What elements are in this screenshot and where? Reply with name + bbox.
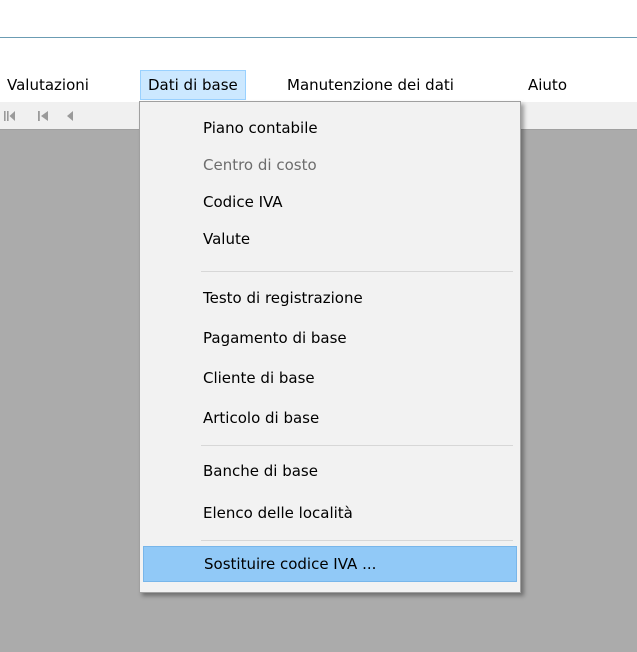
dati-di-base-dropdown: Piano contabile Centro di costo Codice I…: [139, 101, 521, 593]
menu-item-cliente-di-base[interactable]: Cliente di base: [143, 360, 517, 396]
menu-aiuto[interactable]: Aiuto: [521, 70, 574, 100]
first-page-icon[interactable]: [36, 108, 50, 124]
menu-item-testo-di-registrazione[interactable]: Testo di registrazione: [143, 280, 517, 316]
menu-separator: [201, 540, 513, 541]
window-title-strip: [0, 0, 637, 38]
menu-item-sostituire-codice-iva[interactable]: Sostituire codice IVA ...: [143, 546, 517, 582]
menu-dati-di-base[interactable]: Dati di base: [140, 70, 246, 100]
menu-item-centro-di-costo: Centro di costo: [203, 156, 317, 174]
first-record-icon[interactable]: [2, 108, 16, 124]
menu-item-valute[interactable]: Valute: [143, 221, 517, 257]
menu-separator: [201, 445, 513, 446]
menu-item-articolo-di-base[interactable]: Articolo di base: [143, 400, 517, 436]
menu-item-codice-iva[interactable]: Codice IVA: [143, 184, 517, 220]
previous-record-icon[interactable]: [63, 108, 77, 124]
menu-separator: [201, 271, 513, 272]
menu-item-banche-di-base[interactable]: Banche di base: [143, 453, 517, 489]
menu-item-pagamento-di-base[interactable]: Pagamento di base: [143, 320, 517, 356]
menu-bar: Valutazioni Dati di base Manutenzione de…: [0, 70, 637, 102]
menu-item-elenco-delle-localita[interactable]: Elenco delle località: [143, 495, 517, 531]
menu-item-piano-contabile[interactable]: Piano contabile: [143, 110, 517, 146]
menu-manutenzione-dei-dati[interactable]: Manutenzione dei dati: [280, 70, 461, 100]
menu-valutazioni[interactable]: Valutazioni: [0, 70, 96, 100]
